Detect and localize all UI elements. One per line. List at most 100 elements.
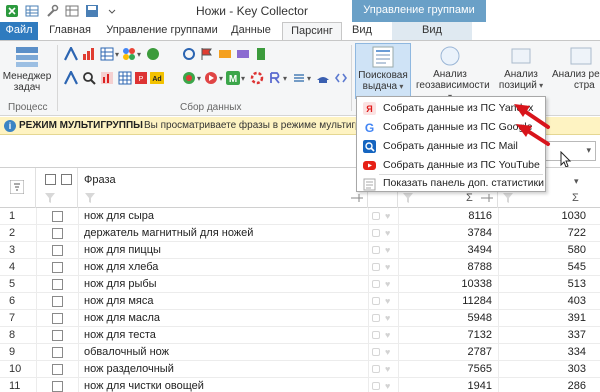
lock-icon[interactable]: [372, 263, 380, 271]
grid-settings-icon[interactable]: [64, 3, 80, 19]
chevron-down-icon[interactable]: ▾: [197, 74, 201, 83]
table-row[interactable]: 6 нож для мяса ♥ 11284 403: [0, 293, 600, 310]
lock-icon[interactable]: [372, 365, 380, 373]
row-checkbox[interactable]: [52, 347, 63, 358]
wrench-icon[interactable]: [44, 3, 60, 19]
dropdown-icon[interactable]: [104, 3, 120, 19]
menu-item-collect-google[interactable]: G Собрать данные из ПС Google: [357, 118, 545, 137]
chevron-down-icon[interactable]: ▾: [586, 145, 591, 156]
table-row[interactable]: 8 нож для теста ♥ 7132 337: [0, 327, 600, 344]
menu-item-collect-yandex[interactable]: Я Собрать данные из ПС Yandex: [357, 99, 545, 118]
row-checkbox[interactable]: [52, 245, 63, 256]
grid-icon[interactable]: [24, 3, 40, 19]
lock-icon[interactable]: [372, 297, 380, 305]
lock-icon[interactable]: [372, 212, 380, 220]
phrase-cell[interactable]: нож для мяса: [84, 295, 153, 307]
lock-icon[interactable]: [372, 246, 380, 254]
list-arrows-icon[interactable]: [292, 71, 306, 85]
tab-data[interactable]: Данные: [226, 22, 276, 40]
heart-icon[interactable]: ♥: [385, 347, 390, 357]
colorful-circle-icon[interactable]: [182, 71, 196, 85]
menu-item-collect-youtube[interactable]: Собрать данные из ПС YouTube: [357, 156, 545, 175]
phrase-cell[interactable]: нож для сыра: [84, 210, 154, 222]
phrase-cell[interactable]: нож для хлеба: [84, 261, 158, 273]
pin-icon[interactable]: [480, 193, 494, 203]
row-checkbox[interactable]: [52, 211, 63, 222]
wordstat-icon[interactable]: [64, 71, 78, 85]
heart-icon[interactable]: ♥: [385, 381, 390, 391]
hat-icon[interactable]: [316, 71, 330, 85]
green-circle-icon[interactable]: [146, 47, 160, 61]
yandex-bar-icon[interactable]: [100, 71, 114, 85]
phrase-cell[interactable]: нож разделочный: [84, 363, 174, 375]
grid-table-icon[interactable]: [118, 71, 132, 85]
phrase-cell[interactable]: нож для теста: [84, 329, 156, 341]
lock-icon[interactable]: [372, 382, 380, 390]
chevron-down-icon[interactable]: ▾: [219, 74, 223, 83]
select-all-checkbox[interactable]: [45, 174, 56, 185]
heart-icon[interactable]: ♥: [385, 228, 390, 238]
lock-icon[interactable]: [372, 314, 380, 322]
tab-context-view[interactable]: Вид: [392, 22, 472, 40]
chevron-down-icon[interactable]: ▾: [307, 74, 311, 83]
row-checkbox[interactable]: [52, 313, 63, 324]
save-icon[interactable]: [84, 3, 100, 19]
pdf-icon[interactable]: P: [134, 71, 148, 85]
filter-funnel-icon[interactable]: [44, 192, 56, 204]
gear-icon[interactable]: [250, 71, 264, 85]
heart-icon[interactable]: ♥: [385, 364, 390, 374]
table-stats-icon[interactable]: [100, 47, 114, 61]
row-checkbox[interactable]: [52, 279, 63, 290]
tag-icon[interactable]: [236, 47, 250, 61]
phrase-cell[interactable]: нож для масла: [84, 312, 160, 324]
lock-icon[interactable]: [372, 331, 380, 339]
tab-group-management[interactable]: Управление группами: [100, 22, 224, 40]
tab-view[interactable]: Вид: [344, 22, 380, 40]
row-checkbox[interactable]: [52, 228, 63, 239]
heart-icon[interactable]: ♥: [385, 211, 390, 221]
colorful-dots-icon[interactable]: [122, 47, 136, 61]
table-row[interactable]: 9 обвалочный нож ♥ 2787 334: [0, 344, 600, 361]
heart-icon[interactable]: ♥: [385, 245, 390, 255]
sort-icon[interactable]: [10, 180, 24, 194]
flag-icon[interactable]: [200, 47, 214, 61]
heart-icon[interactable]: ♥: [385, 279, 390, 289]
phrase-cell[interactable]: нож для чистки овощей: [84, 380, 204, 392]
search-results-button[interactable]: Поисковая выдача ▾: [355, 43, 411, 99]
heart-icon[interactable]: ♥: [385, 296, 390, 306]
phrase-cell[interactable]: держатель магнитный для ножей: [84, 227, 253, 239]
m-icon[interactable]: M: [226, 71, 240, 85]
table-row[interactable]: 5 нож для рыбы ♥ 10338 513: [0, 276, 600, 293]
route-icon[interactable]: [268, 71, 282, 85]
analysis-button-cut[interactable]: Анализ ре стра: [552, 45, 600, 91]
mail-icon[interactable]: [218, 47, 232, 61]
row-checkbox[interactable]: [52, 381, 63, 392]
tab-home[interactable]: Главная: [44, 22, 96, 40]
filter-funnel-icon[interactable]: [402, 192, 414, 204]
lock-icon[interactable]: [372, 280, 380, 288]
pin-icon[interactable]: [350, 193, 364, 203]
chevron-down-icon[interactable]: ▾: [137, 50, 141, 59]
menu-item-collect-mail[interactable]: Собрать данные из ПС Mail: [357, 137, 545, 156]
invert-select-checkbox[interactable]: [61, 174, 72, 185]
menu-item-show-stats-panel[interactable]: Показать панель доп. статистики: [357, 176, 545, 192]
position-analysis-button[interactable]: Анализ позиций ▾: [496, 45, 546, 91]
table-row[interactable]: 7 нож для масла ♥ 5948 391: [0, 310, 600, 327]
search-icon[interactable]: [82, 71, 96, 85]
adwords-icon[interactable]: Ad: [150, 71, 164, 85]
table-row[interactable]: 4 нож для хлеба ♥ 8788 545: [0, 259, 600, 276]
row-checkbox[interactable]: [52, 262, 63, 273]
record-icon[interactable]: [204, 71, 218, 85]
tool-icon[interactable]: [254, 47, 268, 61]
phrase-cell[interactable]: нож для пиццы: [84, 244, 161, 256]
phrase-column-header[interactable]: Фраза: [78, 168, 368, 208]
tab-parsing[interactable]: Парсинг: [282, 22, 342, 40]
table-row[interactable]: 3 нож для пиццы ♥ 3494 580: [0, 242, 600, 259]
row-checkbox[interactable]: [52, 330, 63, 341]
table-row[interactable]: 2 держатель магнитный для ножей ♥ 3784 722: [0, 225, 600, 242]
code-brackets-icon[interactable]: [334, 71, 348, 85]
chevron-down-icon[interactable]: ▾: [283, 74, 287, 83]
heart-icon[interactable]: ♥: [385, 262, 390, 272]
filter-funnel-icon[interactable]: [502, 192, 514, 204]
heart-icon[interactable]: ♥: [385, 330, 390, 340]
